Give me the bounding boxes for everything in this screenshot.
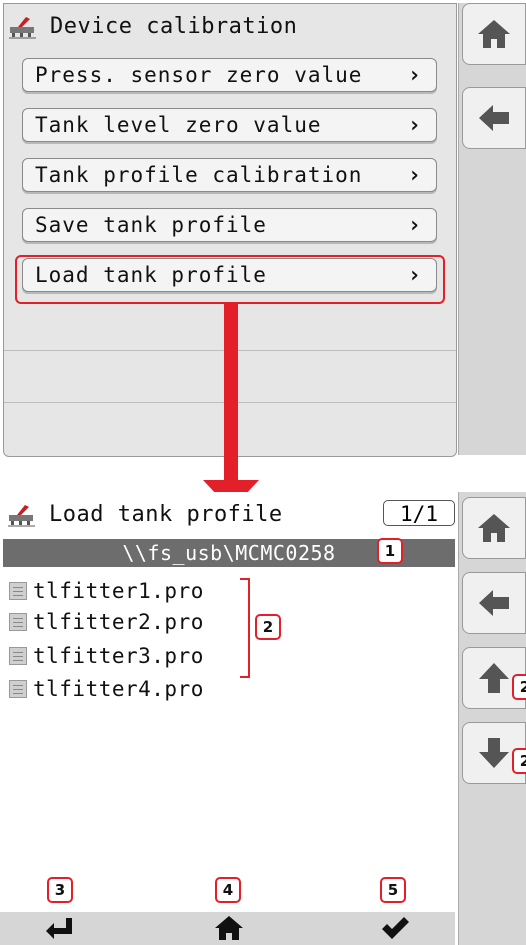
home-button[interactable] xyxy=(462,497,526,559)
sprayer-icon xyxy=(7,501,37,527)
home-icon xyxy=(478,514,510,542)
chevron-right-icon: › xyxy=(407,212,422,238)
button-label: Press. sensor zero value xyxy=(35,63,363,87)
home-button[interactable] xyxy=(462,3,526,65)
button-label: Tank profile calibration xyxy=(35,163,363,187)
file-icon xyxy=(9,647,27,665)
callout-2-up: 2 xyxy=(512,674,526,700)
file-item[interactable]: tlfitter1.pro xyxy=(9,576,204,606)
page-indicator: 1/1 xyxy=(383,500,455,526)
save-tank-profile-button[interactable]: Save tank profile › xyxy=(22,208,437,242)
transition-arrow-shaft xyxy=(224,304,238,482)
arrow-down-icon xyxy=(479,738,509,768)
bottom-bar xyxy=(0,912,455,945)
button-label: Save tank profile xyxy=(35,213,267,237)
callout-3: 3 xyxy=(47,877,73,903)
chevron-right-icon: › xyxy=(407,112,422,138)
check-icon[interactable] xyxy=(380,915,410,941)
callout-2: 2 xyxy=(255,614,281,640)
back-icon xyxy=(479,590,509,616)
file-name: tlfitter1.pro xyxy=(33,579,204,603)
highlight-frame xyxy=(15,255,445,304)
home-icon[interactable] xyxy=(214,915,244,941)
back-button[interactable] xyxy=(462,572,526,634)
button-label: Tank level zero value xyxy=(35,113,322,137)
callout-5: 5 xyxy=(380,877,406,903)
sprayer-icon xyxy=(8,13,38,39)
callout-bracket xyxy=(240,578,250,678)
sidebar xyxy=(458,492,526,945)
chevron-right-icon: › xyxy=(407,62,422,88)
callout-1: 1 xyxy=(377,538,403,564)
file-item[interactable]: tlfitter4.pro xyxy=(9,674,204,704)
return-icon[interactable] xyxy=(44,916,74,940)
back-icon xyxy=(479,105,509,131)
file-icon xyxy=(9,613,27,631)
tank-profile-calibration-button[interactable]: Tank profile calibration › xyxy=(22,158,437,192)
press-sensor-zero-button[interactable]: Press. sensor zero value › xyxy=(22,58,437,92)
home-icon xyxy=(478,20,510,48)
page-title: Device calibration xyxy=(50,13,298,39)
file-name: tlfitter2.pro xyxy=(33,610,204,634)
sidebar xyxy=(458,3,526,455)
file-item[interactable]: tlfitter3.pro xyxy=(9,641,204,671)
file-item[interactable]: tlfitter2.pro xyxy=(9,607,204,637)
arrow-up-icon xyxy=(479,663,509,693)
file-icon xyxy=(9,582,27,600)
file-name: tlfitter4.pro xyxy=(33,677,204,701)
chevron-right-icon: › xyxy=(407,162,422,188)
tank-level-zero-button[interactable]: Tank level zero value › xyxy=(22,108,437,142)
callout-4: 4 xyxy=(215,877,241,903)
title-bar: Device calibration xyxy=(4,4,456,48)
callout-2-down: 2 xyxy=(512,748,526,774)
file-icon xyxy=(9,680,27,698)
page-title: Load tank profile xyxy=(49,501,283,527)
file-name: tlfitter3.pro xyxy=(33,644,204,668)
back-button[interactable] xyxy=(462,87,526,149)
